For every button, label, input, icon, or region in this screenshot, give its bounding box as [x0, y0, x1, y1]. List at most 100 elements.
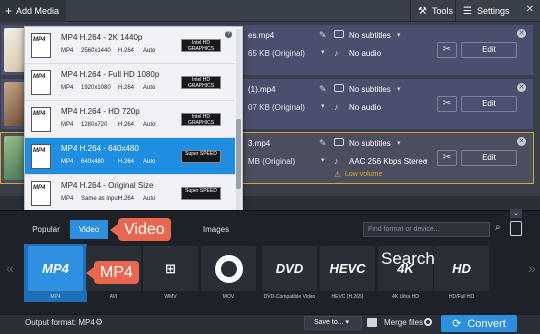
tab-popular[interactable]: Popular [24, 220, 68, 239]
format-dvd[interactable]: DVD DVD-Compatible Video [258, 244, 321, 302]
low-volume-warning[interactable]: Low volume [345, 171, 382, 178]
search-icon[interactable]: ⌕ [495, 222, 501, 233]
save-to-label: Save to... [314, 319, 344, 326]
tab-images[interactable]: Images [196, 220, 236, 239]
preset-bitrate: Auto [143, 196, 156, 202]
settings-button[interactable]: ☰ Settings [455, 0, 517, 22]
windows-logo-icon: ⊞ [143, 246, 198, 291]
preset-bitrate: Auto [143, 48, 156, 54]
format-label: MOV [222, 294, 235, 300]
rename-pencil-icon[interactable]: ✎ [319, 30, 327, 41]
superspeed-badge: Super SPEED [181, 150, 221, 163]
format-label: AVI [109, 294, 118, 300]
format-wmv[interactable]: ⊞ WMV [139, 244, 202, 302]
gear-icon[interactable]: ⚙ [95, 317, 103, 328]
format-mov[interactable]: MOV [197, 244, 260, 302]
output-format-label: Output format: MP4 [25, 318, 95, 327]
format-label: 4K Ultra HD [392, 294, 419, 300]
mp4-format-icon: MP4 [28, 246, 83, 291]
chevron-down-icon[interactable]: ▾ [321, 156, 325, 164]
format-label: WMV [164, 294, 177, 300]
edit-button[interactable]: Edit [461, 96, 517, 112]
merge-files-toggle[interactable] [424, 318, 432, 326]
device-detect-icon[interactable] [510, 221, 522, 236]
intel-graphics-badge: Intel HD GRAPHICS [181, 113, 221, 126]
preset-resolution: 2560x1440 [81, 48, 111, 54]
preset-codec: H.264 [118, 122, 135, 128]
preset-resolution: 1280x720 [81, 122, 108, 128]
merge-files-label: Merge files [384, 318, 424, 327]
subtitles-icon [334, 30, 344, 38]
file-size: MB (Original) [248, 157, 296, 166]
intel-graphics-badge: Intel HD GRAPHICS [181, 76, 221, 89]
preset-item[interactable]: MP4 MP4 H.264 - Original Size MP4 Same a… [25, 175, 235, 212]
trim-button[interactable]: ✂ [437, 42, 457, 58]
preset-container: MP4 [61, 48, 74, 54]
chevron-down-icon[interactable]: ▾ [397, 139, 401, 147]
collapse-icon[interactable]: ✕ [526, 4, 534, 15]
tab-video[interactable]: Video [70, 220, 108, 239]
preset-resolution: Same as input [81, 196, 120, 202]
audio-select[interactable]: AAC 256 Kbps Stereo [349, 157, 427, 166]
audio-icon: ♪ [334, 156, 339, 166]
tools-label: Tools [431, 6, 453, 16]
search-callout: Search [381, 249, 435, 268]
preset-item[interactable]: MP4 MP4 H.264 - 2K 1440p MP4 2560x1440 H… [25, 27, 235, 64]
mp4-file-icon: MP4 [31, 144, 51, 169]
convert-button[interactable]: ⟳ Convert [441, 315, 517, 332]
format-hd[interactable]: HD HD/Full HD [430, 244, 493, 302]
preset-item[interactable]: MP4 MP4 H.264 - HD 720p MP4 1280x720 H.2… [25, 101, 235, 138]
trim-button[interactable]: ✂ [437, 150, 457, 166]
scroll-left-icon[interactable]: « [6, 260, 14, 276]
chevron-down-icon[interactable]: ▾ [321, 102, 325, 110]
save-to-select[interactable]: Save to... ▾ [304, 316, 362, 330]
preset-title: MP4 H.264 - Original Size [61, 181, 154, 190]
file-size: 65 KB (Original) [248, 49, 305, 58]
preset-container: MP4 [61, 122, 74, 128]
format-label: DVD-Compatible Video [263, 294, 316, 300]
trim-button[interactable]: ✂ [437, 96, 457, 112]
chevron-down-icon[interactable]: ▾ [321, 48, 325, 56]
help-icon[interactable]: ? [225, 31, 232, 38]
subtitles-select[interactable]: No subtitles [349, 85, 391, 94]
convert-icon: ⟳ [452, 318, 462, 330]
chevron-down-icon[interactable]: ▾ [397, 31, 401, 39]
collapse-panel-icon[interactable]: ⌄ [510, 209, 522, 218]
preset-item-selected[interactable]: MP4 MP4 H.264 - 640x480 MP4 640x480 H.26… [25, 138, 235, 175]
hevc-logo-icon: HEVC [320, 246, 375, 291]
add-media-button[interactable]: + Add Media [0, 0, 66, 22]
plus-icon: + [5, 4, 13, 18]
settings-label: Settings [476, 6, 510, 16]
dropdown-scrollbar[interactable] [236, 29, 241, 212]
format-hevc[interactable]: HEVC HEVC (H.265) [316, 244, 379, 302]
edit-button[interactable]: Edit [461, 150, 517, 166]
remove-file-icon[interactable]: ✕ [517, 83, 526, 92]
folder-icon[interactable] [367, 318, 377, 327]
remove-file-icon[interactable]: ✕ [517, 29, 526, 38]
superspeed-badge: Super SPEED [181, 187, 221, 200]
format-mp4[interactable]: MP4 MP4 [24, 244, 87, 302]
chevron-down-icon: ▾ [345, 319, 350, 326]
preset-container: MP4 [61, 159, 74, 165]
rename-pencil-icon[interactable]: ✎ [319, 84, 327, 95]
edit-button[interactable]: Edit [461, 42, 517, 58]
subtitles-select[interactable]: No subtitles [349, 139, 391, 148]
audio-select[interactable]: No audio [349, 103, 381, 112]
chevron-down-icon[interactable]: ▾ [397, 85, 401, 93]
rename-pencil-icon[interactable]: ✎ [319, 138, 327, 149]
preset-item[interactable]: MP4 MP4 H.264 - Full HD 1080p MP4 1920x1… [25, 64, 235, 101]
tools-button[interactable]: ⚒ Tools [410, 0, 460, 22]
video-callout: Video [110, 218, 171, 241]
preset-title: MP4 H.264 - HD 720p [61, 107, 140, 116]
subtitles-select[interactable]: No subtitles [349, 31, 391, 40]
preset-container: MP4 [61, 85, 74, 91]
scroll-right-icon[interactable]: » [528, 260, 536, 276]
quicktime-logo-icon [201, 246, 256, 291]
hd-logo-icon: HD [434, 246, 489, 291]
chevron-down-icon[interactable]: ▾ [424, 157, 428, 165]
format-label: MP4 [50, 294, 61, 300]
audio-select[interactable]: No audio [349, 49, 381, 58]
remove-file-icon[interactable]: ✕ [517, 137, 526, 146]
scrollbar-thumb[interactable] [236, 119, 241, 189]
format-search-input[interactable]: Find format or device... [363, 222, 490, 237]
